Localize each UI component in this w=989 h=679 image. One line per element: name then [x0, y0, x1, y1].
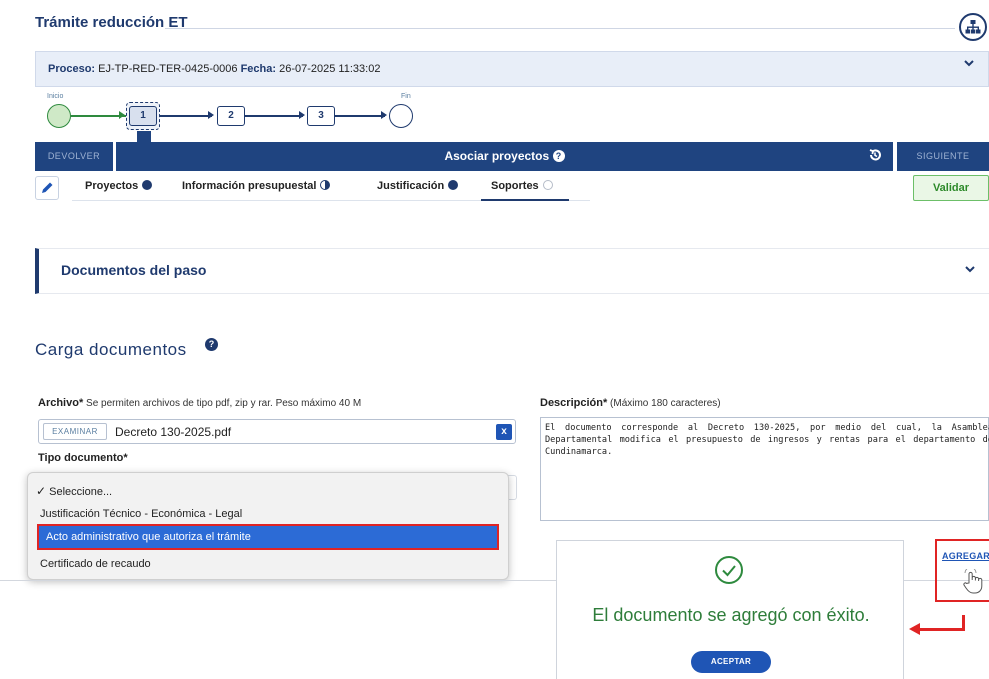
step-connector: [335, 115, 385, 117]
step-end-label: Fin: [401, 93, 411, 100]
process-value: EJ-TP-RED-TER-0425-0006: [98, 63, 238, 75]
step-title: Asociar proyectos ?: [116, 149, 893, 163]
arrow-left-icon: [909, 623, 920, 635]
status-complete-icon: [448, 180, 459, 190]
agregar-highlight: AGREGAR: [935, 539, 989, 602]
tipo-documento-dropdown[interactable]: ✓ Seleccione... Justificación Técnico - …: [27, 472, 509, 580]
validar-button[interactable]: Validar: [913, 175, 989, 201]
tab-justificacion[interactable]: Justificación: [377, 180, 459, 192]
help-icon[interactable]: ?: [552, 150, 565, 162]
step-3[interactable]: 3: [307, 106, 335, 126]
history-icon[interactable]: [868, 148, 882, 166]
date-label: Fecha:: [240, 63, 277, 75]
dropdown-option-seleccione[interactable]: ✓ Seleccione...: [36, 484, 112, 498]
status-empty-icon: [542, 180, 553, 190]
documentos-panel[interactable]: Documentos del paso: [35, 248, 989, 294]
tipo-documento-label: Tipo documento*: [38, 452, 128, 464]
callout-arrow: [920, 628, 965, 631]
examinar-button[interactable]: EXAMINAR: [43, 423, 107, 440]
agregar-link[interactable]: AGREGAR: [942, 551, 989, 561]
step-start-label: Inicio: [47, 93, 64, 100]
edit-button[interactable]: [35, 176, 59, 200]
process-info-bar[interactable]: Proceso: EJ-TP-RED-TER-0425-0006 Fecha: …: [35, 51, 989, 87]
process-label: Proceso:: [48, 63, 96, 75]
chevron-down-icon[interactable]: [963, 57, 975, 72]
carga-title: Carga documentos: [35, 340, 187, 359]
tab-label: Proyectos: [85, 180, 139, 192]
descripcion-text: El documento corresponde al Decreto 130-…: [545, 423, 989, 457]
step-title-bar: Asociar proyectos ?: [116, 142, 893, 171]
archivo-label: Archivo* Se permiten archivos de tipo pd…: [38, 397, 361, 409]
active-tab-indicator: [481, 199, 569, 201]
arrow-icon: [208, 111, 214, 119]
tab-label: Información presupuestal: [182, 180, 317, 192]
title-divider: [165, 28, 955, 29]
clear-file-button[interactable]: x: [496, 424, 512, 440]
org-chart-icon: [965, 20, 981, 34]
archivo-label-text: Archivo*: [38, 397, 84, 409]
org-chart-button[interactable]: [959, 13, 987, 41]
success-message: El documento se agregó con éxito.: [592, 605, 870, 625]
descripcion-label-text: Descripción*: [540, 397, 608, 409]
step-1[interactable]: 1: [129, 106, 157, 126]
process-info-text: Proceso: EJ-TP-RED-TER-0425-0006 Fecha: …: [48, 63, 380, 75]
step-title-text: Asociar proyectos: [444, 149, 550, 163]
arrow-icon: [299, 111, 305, 119]
pencil-icon: [42, 182, 53, 193]
help-icon[interactable]: ?: [205, 338, 218, 351]
tab-proyectos[interactable]: Proyectos: [85, 180, 153, 192]
file-input[interactable]: EXAMINAR Decreto 130-2025.pdf x: [38, 419, 516, 444]
arrow-icon: [381, 111, 387, 119]
status-partial-icon: [320, 180, 331, 190]
check-icon: ✓: [36, 484, 47, 498]
step-end-node: [389, 104, 413, 128]
step-connector: [160, 115, 212, 117]
devolver-button[interactable]: DEVOLVER: [35, 142, 113, 171]
descripcion-label: Descripción* (Máximo 180 caracteres): [540, 397, 721, 409]
hand-pointer-icon: [961, 567, 985, 600]
step-2[interactable]: 2: [217, 106, 245, 126]
archivo-hint: Se permiten archivos de tipo pdf, zip y …: [86, 398, 362, 409]
tab-soportes[interactable]: Soportes: [491, 180, 553, 192]
section-tabs: Proyectos Información presupuestal Justi…: [72, 175, 590, 201]
aceptar-button[interactable]: ACEPTAR: [691, 651, 771, 673]
documentos-panel-title: Documentos del paso: [61, 262, 207, 278]
step-connector: [245, 115, 303, 117]
step-start-node: [47, 104, 71, 128]
step-connector: [71, 115, 126, 117]
descripcion-hint: (Máximo 180 caracteres): [610, 398, 721, 409]
tab-informacion-presupuestal[interactable]: Información presupuestal: [182, 180, 331, 192]
arrow-icon: [119, 111, 125, 119]
dropdown-option-highlighted[interactable]: Acto administrativo que autoriza el trám…: [37, 524, 499, 550]
status-complete-icon: [142, 180, 153, 190]
tab-label: Soportes: [491, 180, 539, 192]
check-circle-icon: [715, 556, 743, 584]
option-label: Acto administrativo que autoriza el trám…: [46, 531, 251, 543]
siguiente-button[interactable]: SIGUIENTE: [897, 142, 989, 171]
date-value: 26-07-2025 11:33:02: [279, 63, 381, 75]
dropdown-option[interactable]: Certificado de recaudo: [40, 558, 151, 570]
success-modal: El documento se agregó con éxito. ACEPTA…: [556, 540, 904, 679]
tab-label: Justificación: [377, 180, 445, 192]
option-label: Seleccione...: [49, 486, 113, 498]
chevron-down-icon[interactable]: [964, 263, 976, 278]
file-name: Decreto 130-2025.pdf: [115, 425, 232, 439]
descripcion-textarea[interactable]: El documento corresponde al Decreto 130-…: [540, 417, 989, 521]
dropdown-option[interactable]: Justificación Técnico - Económica - Lega…: [40, 508, 242, 520]
